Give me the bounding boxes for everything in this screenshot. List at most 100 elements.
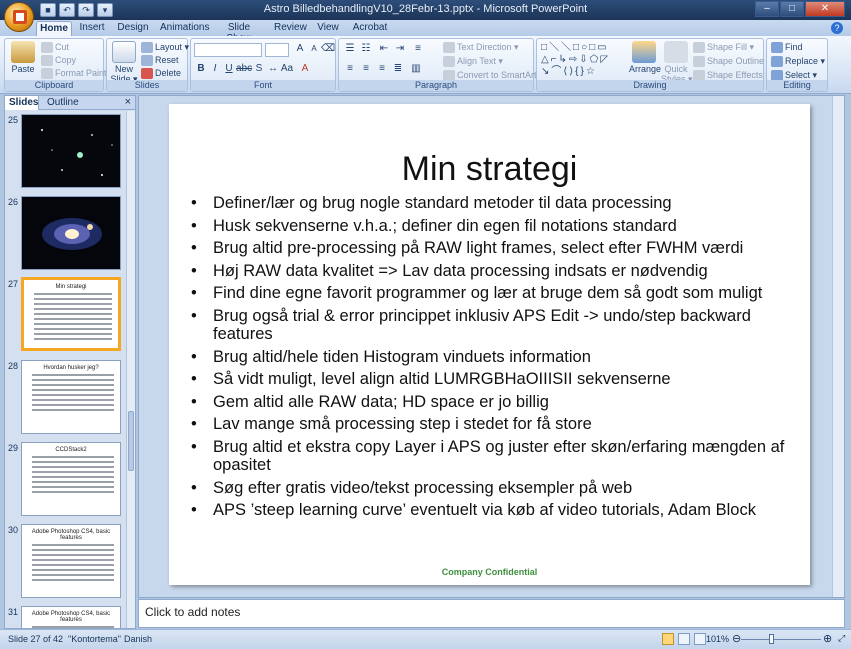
decrease-indent-icon[interactable]: ⇤ — [377, 43, 391, 54]
tab-home[interactable]: Home — [36, 21, 72, 36]
bullet-item: Find dine egne favorit programmer og lær… — [191, 284, 803, 303]
copy-button[interactable]: Copy — [41, 55, 76, 67]
font-size-combo[interactable] — [265, 43, 289, 57]
fit-to-window-icon[interactable]: ⤢ — [838, 633, 845, 644]
maximize-button[interactable]: □ — [780, 1, 804, 17]
tab-design[interactable]: Design — [116, 21, 150, 36]
format-painter-button[interactable]: Format Painter — [41, 68, 115, 80]
thumb-title: CCDStack2 — [55, 447, 87, 453]
bullets-icon[interactable]: ☰ — [343, 43, 357, 54]
slide-thumbnail-25[interactable] — [21, 114, 121, 188]
arrange-button[interactable]: Arrange — [629, 41, 661, 74]
editing-group: Find Replace ▾ Select ▾ Editing — [766, 38, 828, 92]
zoom-in-icon[interactable]: ⊕ — [823, 632, 832, 645]
help-icon[interactable]: ? — [831, 22, 843, 34]
slide-thumbnail-26[interactable] — [21, 196, 121, 270]
change-case-icon[interactable]: Aa — [280, 63, 294, 74]
delete-icon — [141, 68, 153, 80]
columns-icon[interactable]: ▥ — [409, 63, 423, 74]
galaxy-image — [42, 218, 102, 250]
tab-outline[interactable]: Outline — [43, 96, 81, 110]
bullet-list[interactable]: Definer/lær og brug nogle standard metod… — [191, 194, 803, 524]
increase-indent-icon[interactable]: ⇥ — [393, 43, 407, 54]
line-spacing-icon[interactable]: ≡ — [411, 43, 425, 54]
zoom-level[interactable]: 101% — [706, 634, 729, 644]
tab-insert[interactable]: Insert — [76, 21, 108, 36]
align-text-button[interactable]: Align Text ▾ — [443, 56, 503, 68]
clear-format-icon[interactable]: ⌫ — [321, 43, 335, 54]
bullet-item: Høj RAW data kvalitet => Lav data proces… — [191, 262, 803, 281]
layout-button[interactable]: Layout ▾ — [141, 42, 189, 54]
scroll-thumb[interactable] — [128, 411, 134, 471]
minimize-button[interactable]: – — [755, 1, 779, 17]
align-right-icon[interactable]: ≡ — [375, 63, 389, 74]
tab-acrobat[interactable]: Acrobat — [352, 21, 388, 36]
cut-button[interactable]: Cut — [41, 42, 69, 54]
zoom-slider-thumb[interactable] — [769, 634, 774, 644]
replace-icon — [771, 56, 783, 68]
close-button[interactable]: ✕ — [805, 1, 845, 17]
quick-styles-button[interactable]: Quick Styles ▾ — [661, 41, 693, 85]
close-pane-icon[interactable]: × — [125, 96, 131, 108]
tab-slide-show[interactable]: Slide Show — [216, 21, 262, 44]
grow-font-icon[interactable]: A — [293, 43, 307, 54]
paint-bucket-icon — [693, 42, 705, 54]
align-left-icon[interactable]: ≡ — [343, 63, 357, 74]
text-direction-label: Text Direction ▾ — [457, 42, 519, 52]
reset-button[interactable]: Reset — [141, 55, 179, 67]
slide-sorter-icon[interactable] — [678, 633, 690, 645]
new-slide-button[interactable]: New Slide ▾ — [109, 41, 139, 85]
language[interactable]: Danish — [124, 634, 152, 644]
slide[interactable]: Min strategi Definer/lær og brug nogle s… — [169, 104, 810, 585]
starfield-image — [41, 129, 113, 176]
new-slide-icon — [112, 41, 136, 63]
zoom-out-icon[interactable]: ⊖ — [732, 632, 741, 645]
slide-count: Slide 27 of 42 — [8, 634, 64, 644]
thumb-title: Hvordan husker jeg? — [43, 365, 99, 371]
slide-thumbnail-30[interactable]: Adobe Photoshop CS4, basic features — [21, 524, 121, 598]
layout-icon — [141, 42, 153, 54]
slide-thumbnail-29[interactable]: CCDStack2 — [21, 442, 121, 516]
italic-icon[interactable]: I — [208, 63, 222, 74]
bold-icon[interactable]: B — [194, 63, 208, 74]
numbering-icon[interactable]: ☷ — [359, 43, 373, 54]
font-color-icon[interactable]: A — [298, 63, 312, 74]
tab-view[interactable]: View — [316, 21, 340, 36]
strikethrough-icon[interactable]: abc — [236, 63, 252, 74]
shapes-gallery[interactable]: □＼＼□○□▭ △⌐↳⇨⇩⬠◸ ↘⌒⟨⟩{}☆ — [541, 42, 625, 80]
slide-thumbnail-31[interactable]: Adobe Photoshop CS4, basic features — [21, 606, 121, 628]
bullet-item: Lav mange små processing step i stedet f… — [191, 415, 803, 434]
shadow-icon[interactable]: S — [252, 63, 266, 74]
text-direction-button[interactable]: Text Direction ▾ — [443, 42, 519, 54]
shrink-font-icon[interactable]: A — [307, 44, 321, 53]
office-button[interactable] — [4, 2, 34, 32]
font-name-combo[interactable] — [194, 43, 262, 57]
slide-scrollbar[interactable] — [832, 96, 844, 597]
notes-pane[interactable]: Click to add notes — [138, 599, 845, 628]
scissors-icon — [41, 42, 53, 54]
paragraph-group-label: Paragraph — [339, 80, 533, 91]
notes-placeholder: Click to add notes — [145, 605, 241, 619]
normal-view-icon[interactable] — [662, 633, 674, 645]
tab-review[interactable]: Review — [274, 21, 307, 36]
char-spacing-icon[interactable]: ↔ — [266, 63, 280, 74]
align-center-icon[interactable]: ≡ — [359, 63, 373, 74]
slide-show-icon[interactable] — [694, 633, 706, 645]
slide-title[interactable]: Min strategi — [169, 150, 810, 189]
replace-button[interactable]: Replace ▾ — [771, 56, 825, 68]
shape-outline-button[interactable]: Shape Outline ▾ — [693, 56, 772, 68]
zoom-slider[interactable] — [741, 639, 821, 640]
pane-scrollbar[interactable] — [126, 111, 135, 628]
shape-outline-label: Shape Outline ▾ — [707, 56, 772, 66]
justify-icon[interactable]: ≣ — [391, 63, 405, 74]
tab-slides[interactable]: Slides — [5, 96, 39, 110]
arrange-icon — [632, 41, 656, 63]
tab-animations[interactable]: Animations — [160, 21, 209, 36]
slide-thumbnail-27[interactable]: Min strategi — [21, 277, 121, 351]
slide-thumbnail-28[interactable]: Hvordan husker jeg? — [21, 360, 121, 434]
underline-icon[interactable]: U — [222, 63, 236, 74]
paste-button[interactable]: Paste — [9, 41, 37, 74]
delete-button[interactable]: Delete — [141, 68, 181, 80]
shape-fill-button[interactable]: Shape Fill ▾ — [693, 42, 754, 54]
find-button[interactable]: Find — [771, 42, 803, 54]
